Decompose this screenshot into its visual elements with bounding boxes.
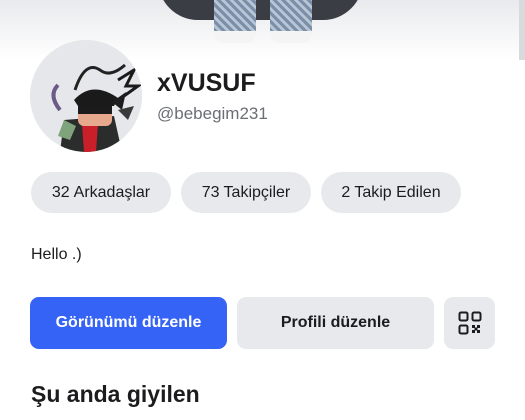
preview-edge [519,0,525,60]
friends-label: Arkadaşlar [73,183,151,201]
friends-count: 32 [51,183,70,201]
username-handle: @bebegim231 [157,104,268,123]
friends-count-button[interactable]: 32 Arkadaşlar [31,172,171,213]
avatar-torso [158,0,363,20]
qr-code-button[interactable] [444,297,495,349]
followers-count-button[interactable]: 73 Takipçiler [181,172,311,213]
followers-label: Takipçiler [223,183,291,201]
following-label: Takip Edilen [354,183,441,201]
display-name: xVUSUF [157,69,256,97]
profile-bio: Hello .) [31,246,82,263]
following-count: 2 [341,183,351,201]
avatar-headshot-icon [30,40,142,152]
avatar[interactable] [30,40,142,152]
edit-avatar-button[interactable]: Görünümü düzenle [30,297,227,349]
followers-count: 73 [201,183,220,201]
avatar-right-shoe [270,31,312,43]
avatar-left-shoe [214,31,256,43]
edit-profile-button[interactable]: Profili düzenle [237,297,434,349]
qr-code-icon [458,311,481,335]
following-count-button[interactable]: 2 Takip Edilen [321,172,461,213]
currently-wearing-heading: Şu anda giyilen [31,381,200,407]
